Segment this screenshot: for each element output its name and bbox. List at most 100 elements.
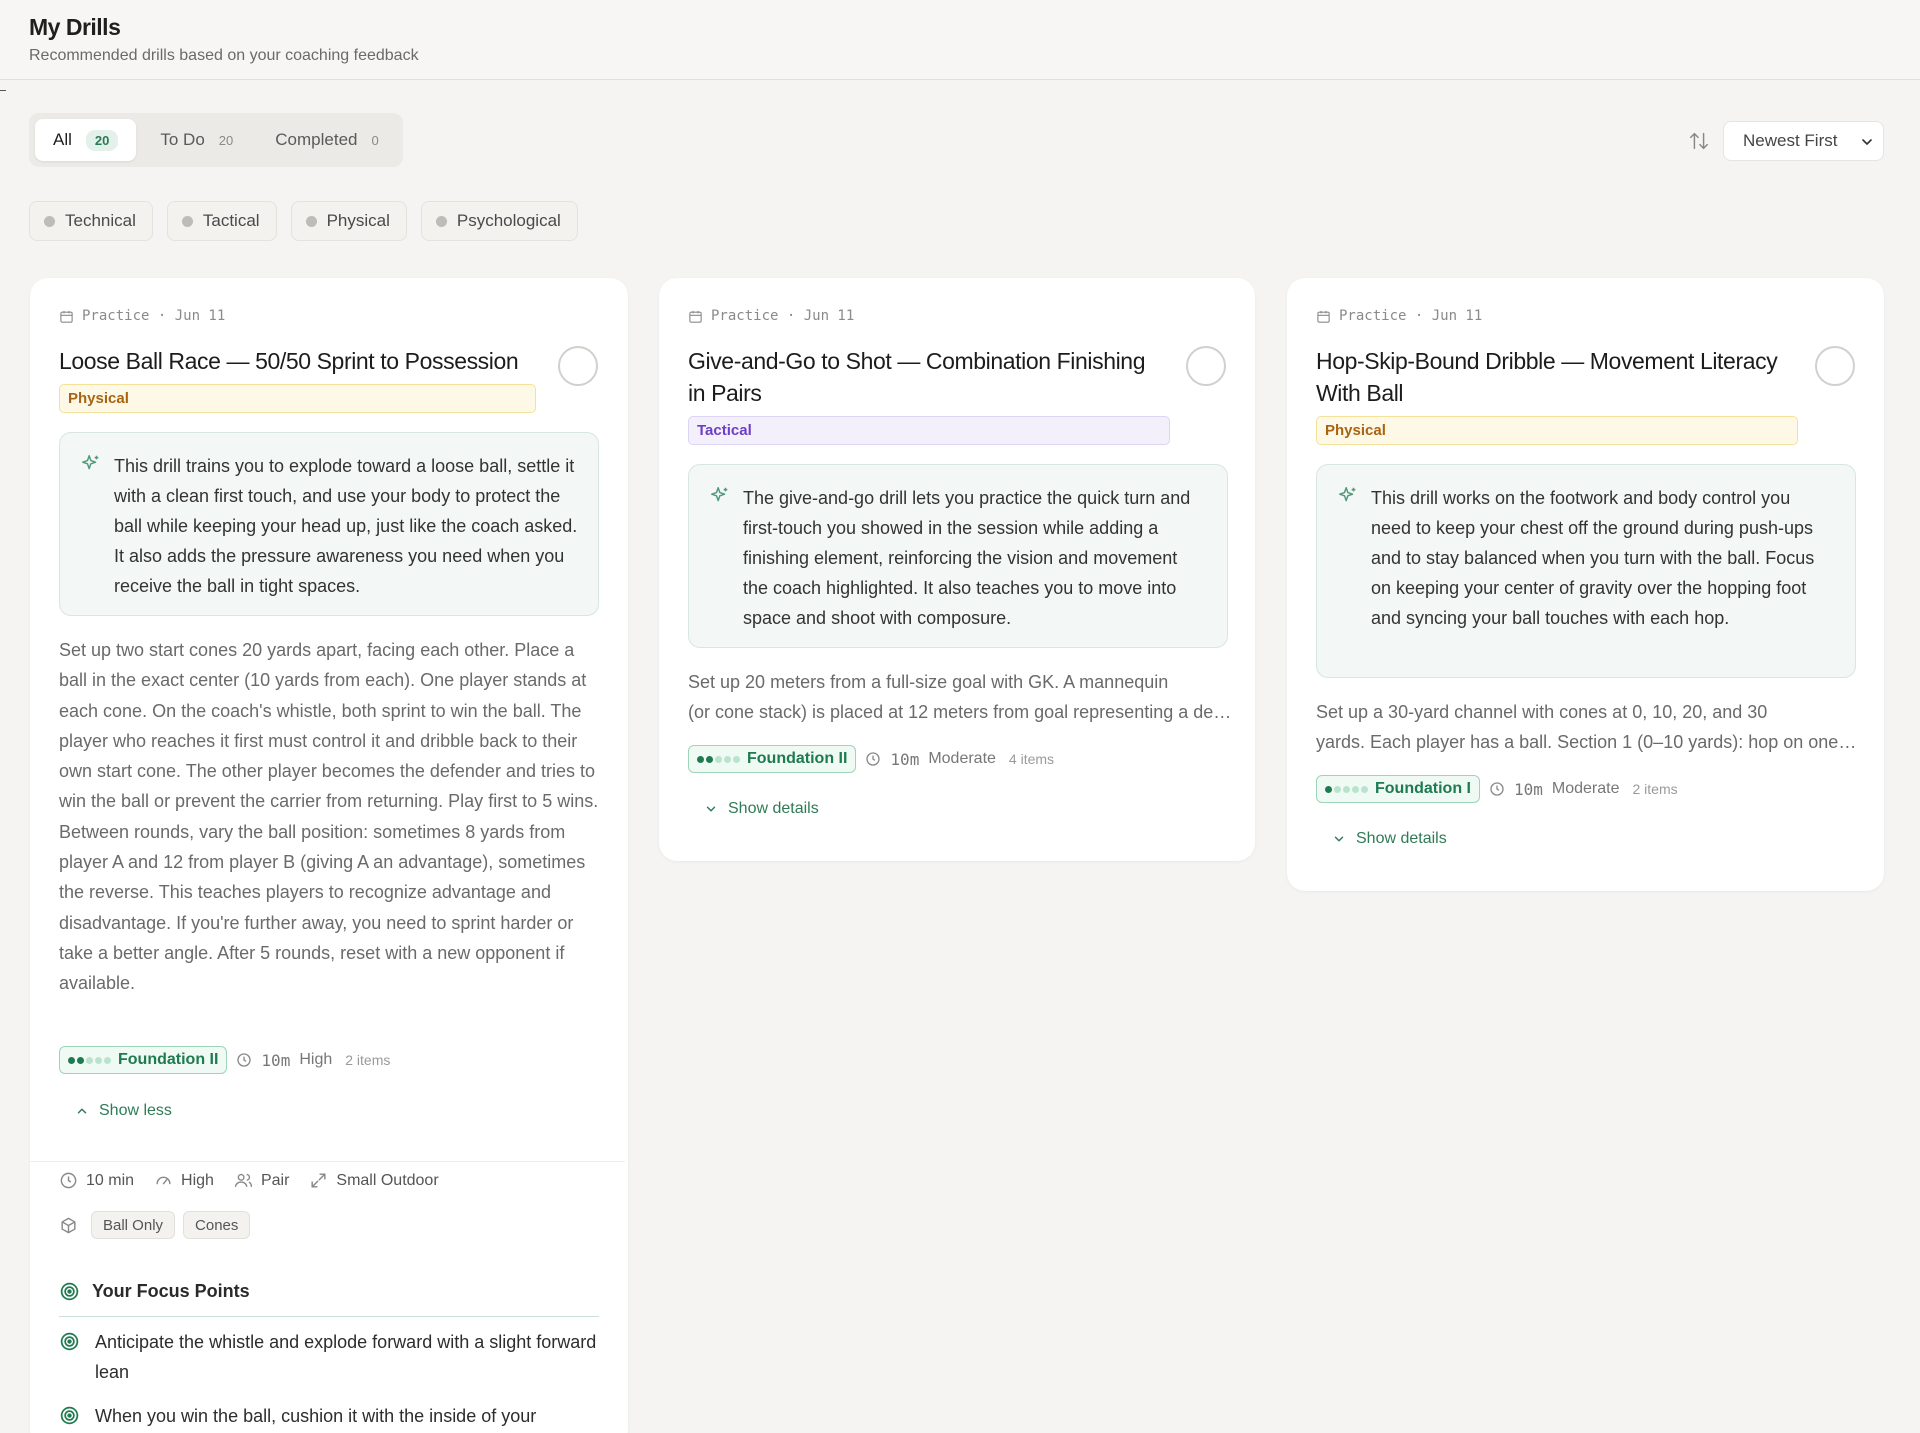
- filter-tabs: All 20 To Do 20 Completed 0: [29, 113, 403, 167]
- section-divider: [30, 1161, 625, 1162]
- category-tag: Tactical: [688, 416, 1170, 445]
- spec-group: Pair: [234, 1171, 289, 1190]
- chevron-down-icon: [1862, 139, 1872, 145]
- chevron-down-icon: [706, 806, 716, 812]
- spec-group-text: Pair: [260, 1171, 290, 1189]
- spec-space-text: Small Outdoor: [336, 1171, 439, 1189]
- page-subtitle: Recommended drills based on your coachin…: [29, 47, 419, 64]
- items-count: 2 items: [345, 1052, 391, 1068]
- chevron-down-icon: [1334, 836, 1344, 842]
- page-header: My Drills Recommended drills based on yo…: [0, 0, 1920, 80]
- chip-label: Tactical: [202, 211, 260, 230]
- spec-duration: 10 min: [59, 1171, 134, 1190]
- spec-intensity-text: High: [181, 1171, 214, 1189]
- sort-select[interactable]: Newest First: [1723, 121, 1884, 161]
- focus-point-text: Anticipate the whistle and explode forwa…: [95, 1332, 597, 1382]
- sort-order-icon[interactable]: [1688, 130, 1710, 152]
- drill-card[interactable]: Practice · Jun 11 Give-and-Go to Shot — …: [659, 278, 1255, 861]
- complete-checkbox[interactable]: [1815, 346, 1855, 386]
- page-title: My Drills: [29, 14, 121, 40]
- drill-description-line: yards. Each player has a ball. Section 1…: [1316, 732, 1861, 753]
- focus-point: Anticipate the whistle and explode forwa…: [59, 1327, 599, 1387]
- show-details-toggle[interactable]: Show details: [704, 800, 819, 818]
- sparkle-icon: [82, 455, 99, 470]
- items-count: 2 items: [1632, 781, 1678, 797]
- focus-point-text: When you win the ball, cushion it with t…: [95, 1406, 537, 1426]
- clock-icon: [237, 1053, 252, 1067]
- spec-duration-text: 10 min: [86, 1171, 135, 1189]
- chevron-up-icon: [77, 1108, 87, 1114]
- clock-icon: [60, 1172, 77, 1189]
- equipment-pill: Cones: [183, 1211, 251, 1239]
- drill-description: Set up 20 meters from a full-size goal w…: [688, 667, 1233, 728]
- box-icon: [61, 1217, 76, 1233]
- dot-icon: [305, 215, 317, 227]
- drill-description: Set up a 30-yard channel with cones at 0…: [1316, 697, 1861, 758]
- chip-label: Physical: [326, 211, 390, 230]
- drill-meta-text: Practice · Jun 11: [1339, 308, 1483, 324]
- duration-text: 10m: [890, 749, 920, 769]
- tab-label: All: [53, 130, 72, 149]
- duration-text: 10m: [1513, 779, 1543, 799]
- drill-meta-text: Practice · Jun 11: [711, 308, 855, 324]
- tab-count-badge: 20: [85, 129, 119, 151]
- expand-icon: [311, 1173, 326, 1188]
- chip-label: Technical: [65, 211, 136, 230]
- calendar-icon: [1317, 310, 1330, 323]
- chip-psychological[interactable]: Psychological: [420, 201, 578, 241]
- drill-card[interactable]: Practice · Jun 11 Loose Ball Race — 50/5…: [30, 278, 628, 1433]
- tab-all[interactable]: All 20: [35, 119, 137, 161]
- complete-checkbox[interactable]: [1186, 346, 1226, 386]
- show-less-toggle[interactable]: Show less: [75, 1102, 172, 1120]
- drill-title: Give-and-Go to Shot — Combination Finish…: [688, 348, 1146, 406]
- drill-description-line: (or cone stack) is placed at 12 meters f…: [688, 702, 1233, 723]
- target-icon: [60, 1282, 79, 1301]
- sparkle-icon: [711, 487, 728, 502]
- calendar-icon: [60, 310, 73, 323]
- drill-description-line: Set up 20 meters from a full-size goal w…: [688, 672, 1169, 692]
- sort-selected-value: Newest First: [1743, 131, 1838, 150]
- show-details-toggle[interactable]: Show details: [1332, 830, 1447, 848]
- spec-intensity: High: [154, 1171, 214, 1190]
- drill-title: Loose Ball Race — 50/50 Sprint to Posses…: [59, 348, 519, 374]
- complete-checkbox[interactable]: [558, 346, 598, 386]
- tab-to-do[interactable]: To Do 20: [142, 119, 251, 161]
- chip-label: Psychological: [456, 211, 561, 230]
- chip-physical[interactable]: Physical: [290, 201, 407, 241]
- users-icon: [234, 1173, 253, 1187]
- tab-count-badge: 20: [218, 132, 234, 148]
- tab-completed[interactable]: Completed 0: [257, 119, 396, 161]
- category-tag: Physical: [59, 384, 536, 413]
- drill-stats: Foundation I 10m Moderate 2 items: [1316, 775, 1678, 803]
- level-dots: [1325, 785, 1368, 793]
- drill-card[interactable]: Practice · Jun 11 Hop-Skip-Bound Dribble…: [1287, 278, 1884, 891]
- dot-icon: [44, 215, 55, 227]
- drill-meta: Practice · Jun 11: [59, 308, 225, 324]
- coach-insight: This drill trains you to explode toward …: [59, 432, 599, 616]
- focus-points-title: Your Focus Points: [92, 1281, 250, 1301]
- level-badge: Foundation I: [1316, 775, 1480, 803]
- level-label: Foundation I: [1375, 780, 1471, 797]
- gauge-icon: [156, 1176, 171, 1185]
- level-badge: Foundation II: [688, 745, 857, 773]
- coach-insight: The give-and-go drill lets you practice …: [688, 464, 1228, 648]
- level-badge: Foundation II: [59, 1046, 228, 1074]
- equipment-list: Ball Only Cones: [59, 1211, 251, 1239]
- level-label: Foundation II: [747, 750, 848, 767]
- drill-title: Hop-Skip-Bound Dribble — Movement Litera…: [1316, 348, 1778, 406]
- tab-count-badge: 0: [371, 132, 379, 148]
- drill-stats: Foundation II 10m Moderate 4 items: [688, 745, 1054, 773]
- chip-tactical[interactable]: Tactical: [166, 201, 277, 241]
- dot-icon: [435, 215, 447, 227]
- dot-icon: [181, 215, 193, 227]
- toggle-label: Show details: [728, 800, 819, 817]
- clock-icon: [1490, 782, 1504, 796]
- chip-technical[interactable]: Technical: [29, 201, 153, 241]
- drill-description: Set up two start cones 20 yards apart, f…: [59, 640, 599, 994]
- intensity-text: High: [299, 1051, 333, 1068]
- drill-description-line: Set up a 30-yard channel with cones at 0…: [1316, 702, 1768, 722]
- target-icon: [60, 1406, 79, 1425]
- spec-space: Small Outdoor: [309, 1171, 439, 1190]
- coach-insight-text: This drill works on the footwork and bod…: [1371, 488, 1815, 628]
- category-tag: Physical: [1316, 416, 1798, 445]
